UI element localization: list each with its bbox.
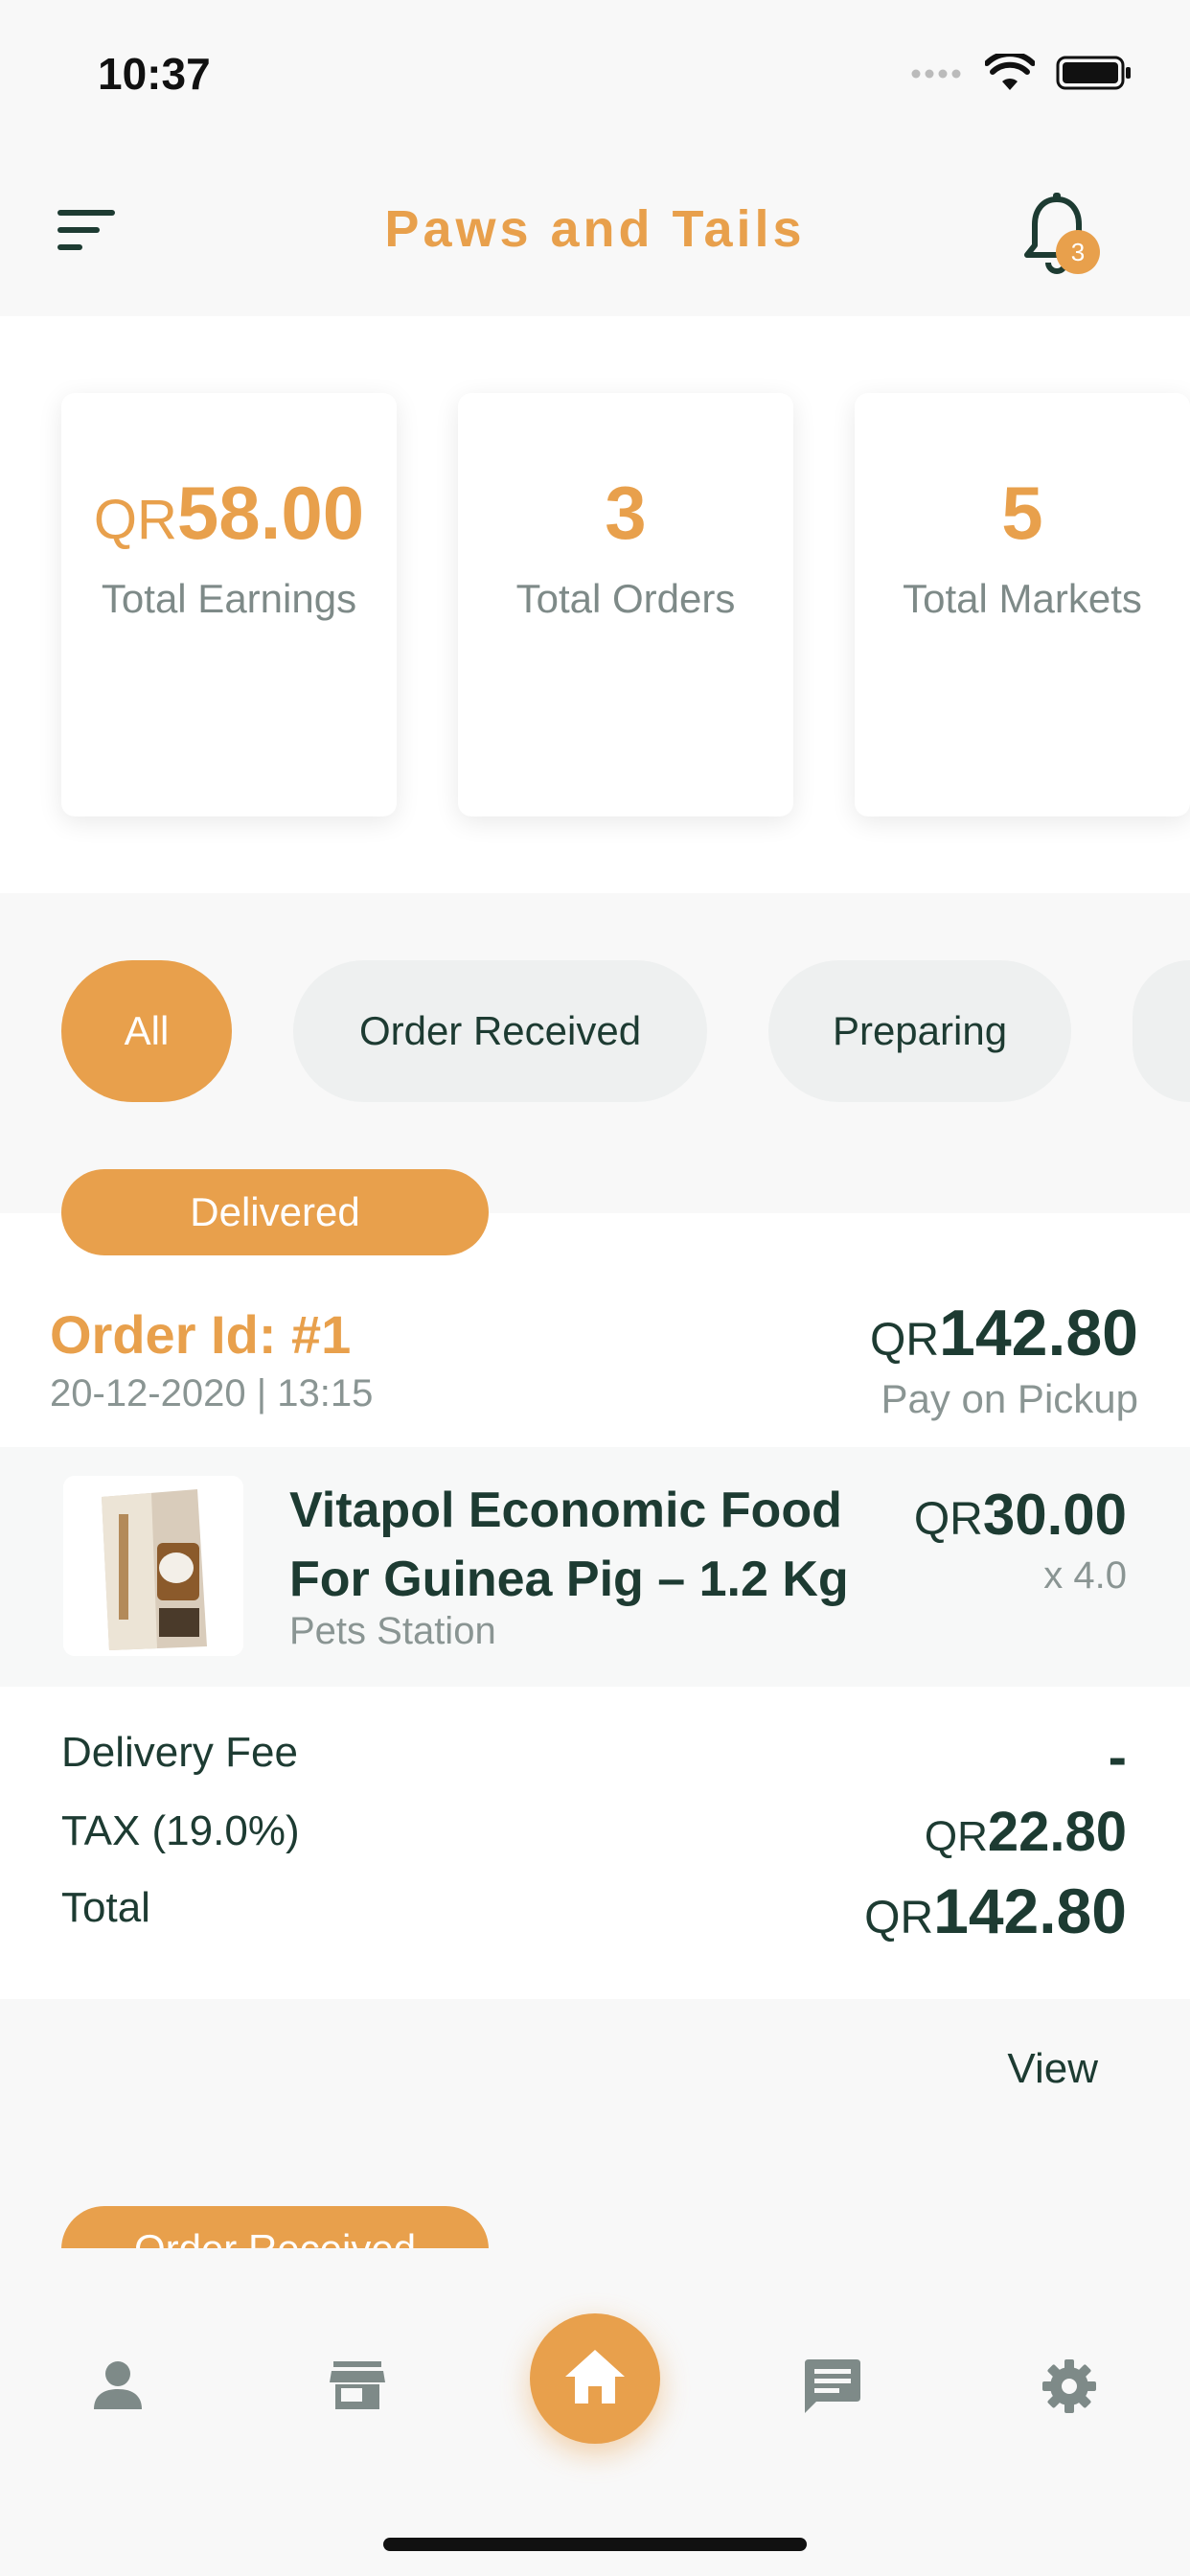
stat-card-orders: 3 Total Orders [458, 393, 793, 816]
battery-icon [1056, 54, 1133, 97]
product-name: Vitapol Economic Food For Guinea Pig – 1… [289, 1483, 849, 1607]
order-total: QR142.80 [870, 1297, 1138, 1369]
filter-chip-all[interactable]: All [61, 960, 232, 1102]
tax-label: TAX (19.0%) [61, 1807, 300, 1854]
total-value: QR142.80 [864, 1875, 1127, 1946]
home-button[interactable] [530, 2313, 660, 2444]
stat-label-orders: Total Orders [515, 576, 736, 621]
home-indicator [383, 2538, 807, 2551]
stat-label-earnings: Total Earnings [101, 576, 357, 621]
stat-value-earnings: QR58.00 [93, 471, 365, 555]
filter-chip-order-received[interactable]: Order Received [293, 960, 707, 1102]
total-label: Total [61, 1884, 150, 1931]
filter-chip-next[interactable] [1133, 960, 1190, 1102]
tax-value: QR22.80 [924, 1801, 1127, 1863]
store-icon[interactable] [330, 2359, 385, 2416]
stat-card-earnings: QR58.00 Total Earnings [61, 393, 397, 816]
delivery-fee-value: - [1108, 1726, 1127, 1788]
view-order-link[interactable]: View [1007, 2045, 1098, 2093]
notification-badge: 3 [1056, 230, 1100, 274]
payment-method: Pay on Pickup [881, 1376, 1139, 1421]
stat-value-markets: 5 [1001, 471, 1043, 555]
product-market: Pets Station [289, 1610, 496, 1652]
product-quantity: x 4.0 [1043, 1554, 1127, 1597]
product-price: QR30.00 [913, 1483, 1127, 1547]
settings-icon[interactable] [1041, 2358, 1098, 2420]
chat-icon[interactable] [803, 2358, 862, 2420]
stat-value-orders: 3 [605, 471, 647, 555]
stat-label-markets: Total Markets [903, 576, 1142, 621]
profile-icon[interactable] [92, 2359, 144, 2416]
signal-icon [910, 67, 964, 84]
order-id: Order Id: #1 [50, 1304, 352, 1365]
product-image [63, 1476, 243, 1656]
delivery-fee-label: Delivery Fee [61, 1729, 298, 1776]
home-icon [563, 2348, 627, 2410]
order-status-badge: Delivered [61, 1169, 489, 1255]
stat-card-markets: 5 Total Markets [855, 393, 1190, 816]
filter-chip-preparing[interactable]: Preparing [768, 960, 1071, 1102]
app-title: Paws and Tails [384, 200, 806, 258]
wifi-icon [984, 51, 1036, 97]
status-time: 10:37 [98, 49, 211, 99]
status-icons [910, 51, 1133, 97]
order-date: 20-12-2020 | 13:15 [50, 1372, 374, 1414]
